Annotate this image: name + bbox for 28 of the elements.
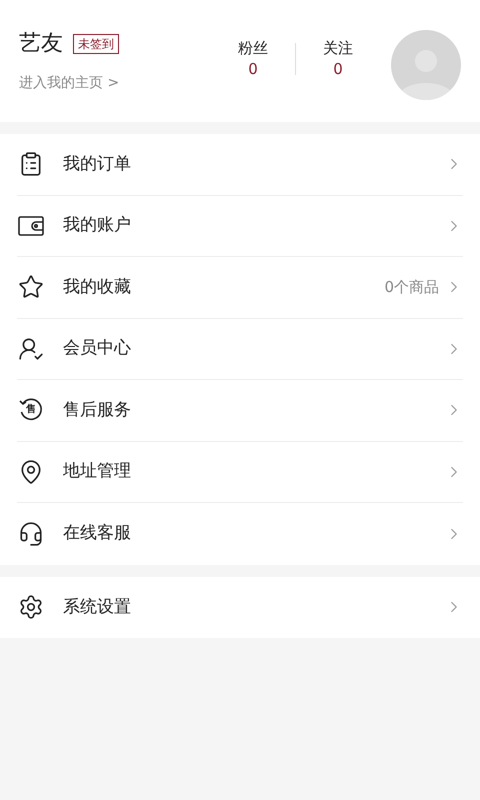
star-icon <box>18 274 44 300</box>
headset-icon <box>18 520 44 547</box>
stat-value: 0 <box>333 62 343 77</box>
menu-item[interactable]: 会员中心 <box>17 318 463 380</box>
menu-item[interactable]: 在线客服 <box>17 503 463 564</box>
menu-label: 会员中心 <box>63 337 132 360</box>
user-check-icon <box>18 336 44 362</box>
menu-label: 系统设置 <box>63 596 132 618</box>
menu-label: 我的收藏 <box>63 276 132 298</box>
user-name: 艺友 <box>19 33 63 55</box>
menu-item[interactable]: 我的账户 <box>17 196 463 257</box>
menu-item[interactable]: 我的收藏 0个商品 <box>17 257 463 318</box>
settings-icon <box>18 594 44 620</box>
menu-label: 我的订单 <box>63 152 132 176</box>
stat-label: 粉丝 <box>238 41 268 56</box>
stat-value: 0 <box>248 62 258 77</box>
menu-item[interactable]: 售 售后服务 <box>17 380 463 442</box>
menu-label: 我的账户 <box>63 214 132 237</box>
wallet-icon <box>18 214 44 237</box>
check-in-status: 未签到 <box>73 34 119 54</box>
menu-item[interactable]: 地址管理 <box>17 442 463 503</box>
stat-label: 关注 <box>323 41 353 56</box>
homepage-link[interactable]: 进入我的主页 > <box>19 73 212 94</box>
menu-label: 售后服务 <box>63 398 132 422</box>
menu-detail: 0个商品 <box>384 277 439 298</box>
menu-item[interactable]: 我的订单 <box>17 134 463 196</box>
menu-label: 在线客服 <box>63 522 132 545</box>
menu-label: 地址管理 <box>63 460 132 483</box>
